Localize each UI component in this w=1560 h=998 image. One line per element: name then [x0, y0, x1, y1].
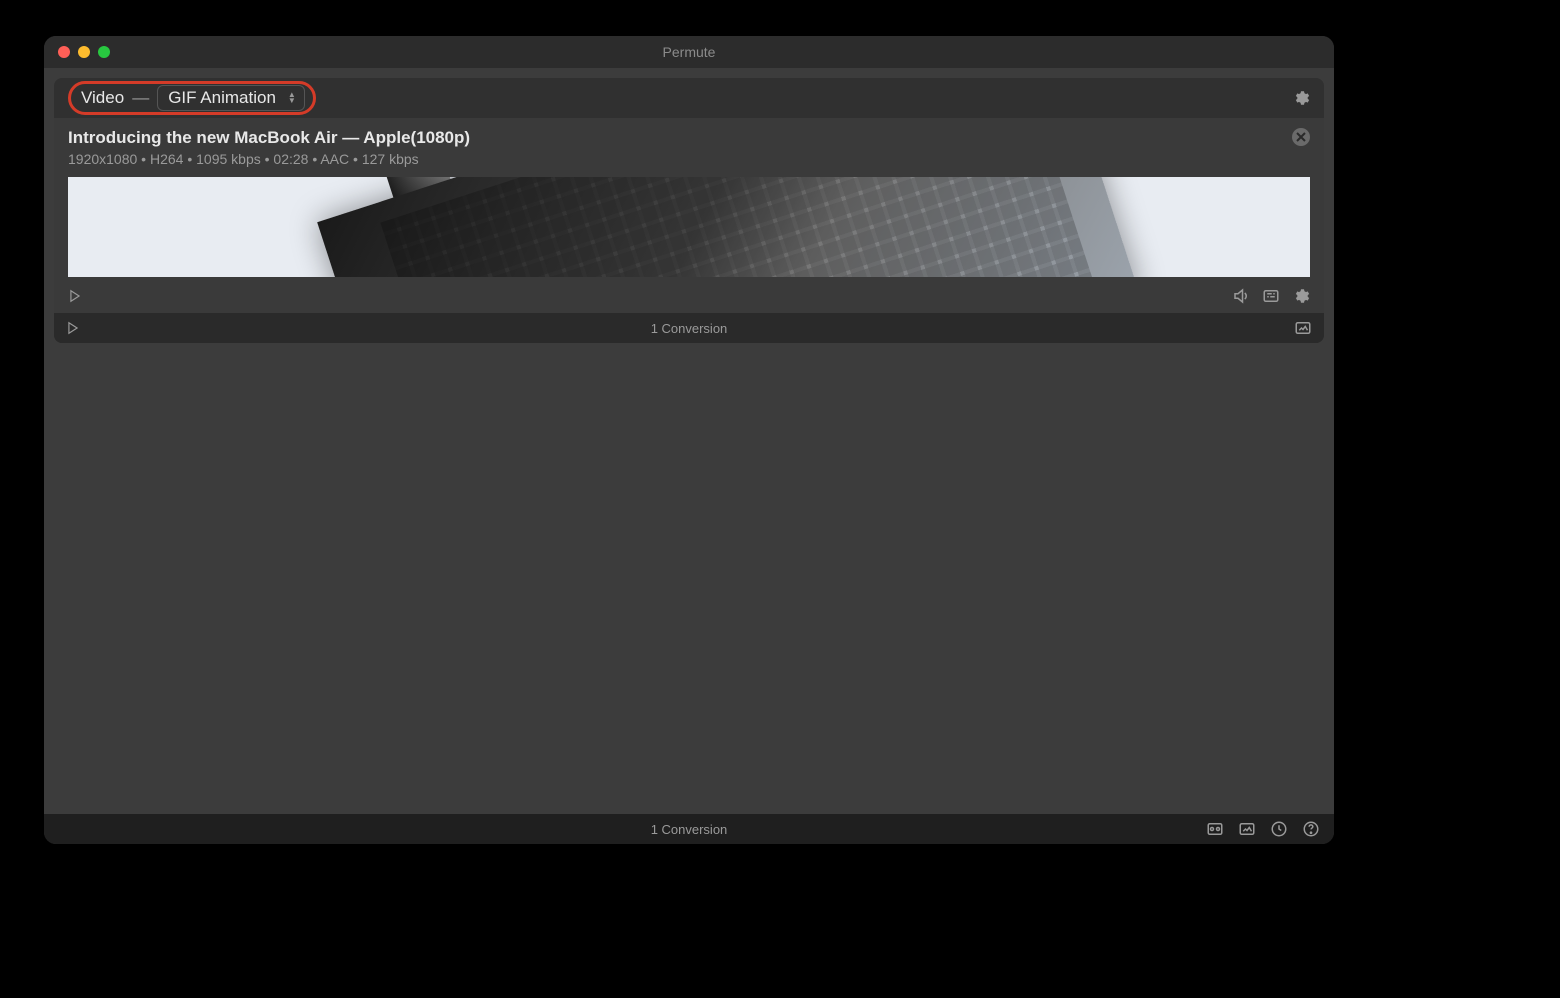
output-folder-button[interactable] [1294, 319, 1312, 337]
help-icon [1302, 820, 1320, 838]
close-window-button[interactable] [58, 46, 70, 58]
minimize-window-button[interactable] [78, 46, 90, 58]
help-button[interactable] [1302, 820, 1320, 838]
remove-file-button[interactable] [1292, 128, 1310, 146]
subtitles-button[interactable] [1262, 287, 1280, 305]
chevron-up-down-icon: ▲▼ [288, 92, 296, 104]
group-header: Video — GIF Animation ▲▼ [54, 78, 1324, 118]
file-metadata: 1920x1080 • H264 • 1095 kbps • 02:28 • A… [68, 151, 1310, 167]
content-area: Video — GIF Animation ▲▼ [44, 68, 1334, 814]
separator-dash: — [132, 88, 149, 108]
app-window: Permute Video — GIF Animation ▲▼ [44, 36, 1334, 844]
video-thumbnail [68, 177, 1310, 277]
file-title: Introducing the new MacBook Air — Apple(… [68, 128, 1310, 148]
audio-settings-button[interactable] [1232, 287, 1250, 305]
gear-icon [1292, 287, 1310, 305]
file-settings-button[interactable] [1292, 287, 1310, 305]
format-selector-highlighted: Video — GIF Animation ▲▼ [68, 81, 316, 115]
images-button[interactable] [1238, 820, 1256, 838]
image-folder-icon [1294, 319, 1312, 337]
traffic-lights [58, 46, 110, 58]
category-label: Video [81, 88, 124, 108]
presets-icon [1206, 820, 1224, 838]
statusbar: 1 Conversion [44, 814, 1334, 844]
group-footer: 1 Conversion [54, 313, 1324, 343]
play-icon [68, 289, 82, 303]
presets-button[interactable] [1206, 820, 1224, 838]
close-icon [1296, 132, 1306, 142]
window-title: Permute [663, 44, 716, 60]
recent-button[interactable] [1270, 820, 1288, 838]
titlebar: Permute [44, 36, 1334, 68]
subtitles-icon [1262, 287, 1280, 305]
preset-dropdown-label: GIF Animation [168, 88, 276, 108]
file-card-footer [68, 283, 1310, 305]
file-card[interactable]: Introducing the new MacBook Air — Apple(… [54, 118, 1324, 313]
statusbar-label: 1 Conversion [651, 822, 728, 837]
image-icon [1238, 820, 1256, 838]
preset-dropdown[interactable]: GIF Animation ▲▼ [157, 85, 305, 111]
speaker-icon [1232, 287, 1250, 305]
gear-icon [1292, 89, 1310, 107]
fullscreen-window-button[interactable] [98, 46, 110, 58]
group-settings-button[interactable] [1292, 89, 1310, 107]
preview-play-button[interactable] [68, 289, 82, 303]
clock-icon [1270, 820, 1288, 838]
play-icon [66, 321, 80, 335]
group-footer-label: 1 Conversion [651, 321, 728, 336]
start-all-button[interactable] [66, 321, 80, 335]
conversion-group: Video — GIF Animation ▲▼ [54, 78, 1324, 343]
